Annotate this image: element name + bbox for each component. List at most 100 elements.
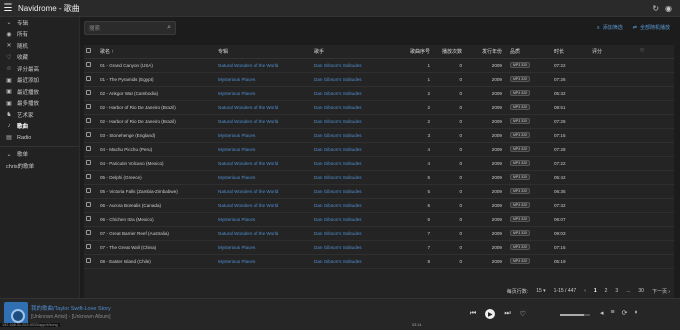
- cell-artist[interactable]: Dan Gibson's Solitudes: [312, 198, 396, 213]
- cell-artist[interactable]: Dan Gibson's Solitudes: [312, 72, 396, 87]
- cell-rating[interactable]: [590, 114, 638, 129]
- table-row[interactable]: 06 - Chichen Itza (Mexico) Mysterious Pla…: [84, 212, 674, 227]
- player-song-title[interactable]: 我的歌曲/Taylor Swift-Love Story: [31, 304, 111, 312]
- column-header-rating[interactable]: 评分: [590, 45, 638, 59]
- cell-artist[interactable]: Dan Gibson's Solitudes: [312, 254, 396, 269]
- table-row[interactable]: 05 - Delphi (Greece) Mysterious Places Dan…: [84, 170, 674, 185]
- cell-favorite[interactable]: [638, 170, 674, 185]
- row-checkbox[interactable]: [86, 118, 91, 123]
- cell-artist[interactable]: Dan Gibson's Solitudes: [312, 184, 396, 199]
- cell-rating[interactable]: [590, 212, 638, 227]
- next-icon[interactable]: ⏭: [504, 310, 510, 318]
- shuffle-all-button[interactable]: ⇄ 全部随机播放: [633, 24, 670, 32]
- table-row[interactable]: 01 - Grand Canyon (USA) Natural Wonders o…: [84, 58, 674, 73]
- cell-rating[interactable]: [590, 128, 638, 143]
- cell-album[interactable]: Mysterious Places: [216, 254, 312, 269]
- row-checkbox[interactable]: [86, 174, 91, 179]
- row-checkbox[interactable]: [86, 258, 91, 263]
- sidebar-item-song[interactable]: ♪ 歌曲: [0, 121, 79, 133]
- cell-favorite[interactable]: [638, 100, 674, 115]
- cell-favorite[interactable]: [638, 58, 674, 73]
- column-header-track[interactable]: 歌曲序号: [396, 45, 436, 59]
- sidebar-item-shuffle[interactable]: ◉ 所有: [0, 29, 79, 41]
- cell-favorite[interactable]: [638, 128, 674, 143]
- cell-rating[interactable]: [590, 100, 638, 115]
- cell-album[interactable]: Natural Wonders of the World: [216, 58, 312, 73]
- cell-album[interactable]: Mysterious Places: [216, 240, 312, 255]
- sidebar-section-playlists[interactable]: ⌄ 歌单: [0, 149, 79, 161]
- table-row[interactable]: 05 - Victoria Falls (Zambia-Zimbabwe) Nat…: [84, 184, 674, 199]
- row-checkbox[interactable]: [86, 202, 91, 207]
- sidebar-item-artist[interactable]: ♞ 艺术家: [0, 109, 79, 121]
- cell-album[interactable]: Natural Wonders of the World: [216, 198, 312, 213]
- cell-artist[interactable]: Dan Gibson's Solitudes: [312, 128, 396, 143]
- refresh-icon[interactable]: ↻: [652, 4, 659, 13]
- play-button[interactable]: ▶: [485, 309, 496, 319]
- column-header-playcount[interactable]: 播放次数: [436, 45, 468, 59]
- page-3-button[interactable]: 3: [615, 288, 618, 294]
- row-checkbox[interactable]: [86, 188, 91, 193]
- row-checkbox[interactable]: [86, 230, 91, 235]
- sidebar-item-star[interactable]: ☆ 评分最高: [0, 63, 79, 75]
- cell-rating[interactable]: [590, 226, 638, 241]
- rows-per-page-select[interactable]: 15 ▾: [536, 288, 545, 294]
- row-checkbox[interactable]: [86, 76, 91, 81]
- cell-rating[interactable]: [590, 198, 638, 213]
- sidebar-section-albums[interactable]: ⌄ 专辑: [0, 17, 79, 29]
- cell-artist[interactable]: Dan Gibson's Solitudes: [312, 170, 396, 185]
- cell-favorite[interactable]: [638, 254, 674, 269]
- cell-favorite[interactable]: [638, 114, 674, 129]
- cell-artist[interactable]: Dan Gibson's Solitudes: [312, 86, 396, 101]
- cell-album[interactable]: Natural Wonders of the World: [216, 114, 312, 129]
- table-row[interactable]: 08 - Easter Island (Chile) Mysterious Pla…: [84, 254, 674, 269]
- sidebar-item-radio[interactable]: ▤ Radio: [0, 132, 79, 144]
- table-row[interactable]: 02 - Ankgor Wat (Cambodia) Mysterious Pla…: [84, 86, 674, 101]
- cell-artist[interactable]: Dan Gibson's Solitudes: [312, 142, 396, 157]
- cell-album[interactable]: Mysterious Places: [216, 212, 312, 227]
- sidebar-item-heart[interactable]: ♡ 收藏: [0, 52, 79, 64]
- cell-artist[interactable]: Dan Gibson's Solitudes: [312, 156, 396, 171]
- column-header-year[interactable]: 发行年份: [468, 45, 508, 59]
- page-1-button[interactable]: 1: [594, 288, 597, 294]
- row-checkbox[interactable]: [86, 62, 91, 67]
- playlist-icon[interactable]: ≡: [611, 309, 615, 317]
- add-filter-button[interactable]: ≡ 添加筛选: [597, 24, 623, 32]
- row-checkbox[interactable]: [86, 132, 91, 137]
- cell-rating[interactable]: [590, 184, 638, 199]
- cell-rating[interactable]: [590, 240, 638, 255]
- column-header-album[interactable]: 专辑: [216, 45, 312, 59]
- cell-album[interactable]: Mysterious Places: [216, 128, 312, 143]
- table-row[interactable]: 07 - The Great Wall (China) Mysterious Pl…: [84, 240, 674, 255]
- column-header-quality[interactable]: 品质: [508, 45, 552, 59]
- row-checkbox[interactable]: [86, 90, 91, 95]
- sidebar-item-playlist[interactable]: chris的歌单: [0, 160, 79, 172]
- cell-album[interactable]: Mysterious Places: [216, 72, 312, 87]
- cell-artist[interactable]: Dan Gibson's Solitudes: [312, 58, 396, 73]
- cell-rating[interactable]: [590, 156, 638, 171]
- cell-album[interactable]: Mysterious Places: [216, 142, 312, 157]
- table-row[interactable]: 01 - The Pyramids (Egypt) Mysterious Plac…: [84, 72, 674, 87]
- heart-icon[interactable]: ♡: [638, 45, 674, 59]
- cell-artist[interactable]: Dan Gibson's Solitudes: [312, 226, 396, 241]
- cell-favorite[interactable]: [638, 142, 674, 157]
- cell-album[interactable]: Natural Wonders of the World: [216, 184, 312, 199]
- row-checkbox[interactable]: [86, 216, 91, 221]
- table-row[interactable]: 07 - Great Barrier Reef (Australia) Natur…: [84, 226, 674, 241]
- cell-artist[interactable]: Dan Gibson's Solitudes: [312, 100, 396, 115]
- menu-icon[interactable]: ☰: [0, 0, 16, 17]
- volume-slider[interactable]: [560, 314, 590, 316]
- column-header-artist[interactable]: 歌手: [312, 45, 396, 59]
- table-row[interactable]: 04 - Paricutin Volcano (Mexico) Natural W…: [84, 156, 674, 171]
- table-row[interactable]: 02 - Harbor of Rio De Janeiro (Brazil) Na…: [84, 114, 674, 129]
- row-checkbox[interactable]: [86, 146, 91, 151]
- search-input[interactable]: 搜索 ⌕: [84, 21, 176, 35]
- row-checkbox[interactable]: [86, 160, 91, 165]
- page-30-button[interactable]: 30: [638, 288, 644, 294]
- cell-favorite[interactable]: [638, 156, 674, 171]
- table-row[interactable]: 04 - Machu Picchu (Peru) Mysterious Place…: [84, 142, 674, 157]
- previous-icon[interactable]: ⏮: [470, 310, 476, 318]
- next-page-button[interactable]: 下一页 ›: [652, 288, 670, 295]
- table-row[interactable]: 03 - Stonehenge (England) Mysterious Plac…: [84, 128, 674, 143]
- repeat-icon[interactable]: ⟳: [622, 309, 628, 317]
- volume-icon[interactable]: ◂: [600, 309, 604, 317]
